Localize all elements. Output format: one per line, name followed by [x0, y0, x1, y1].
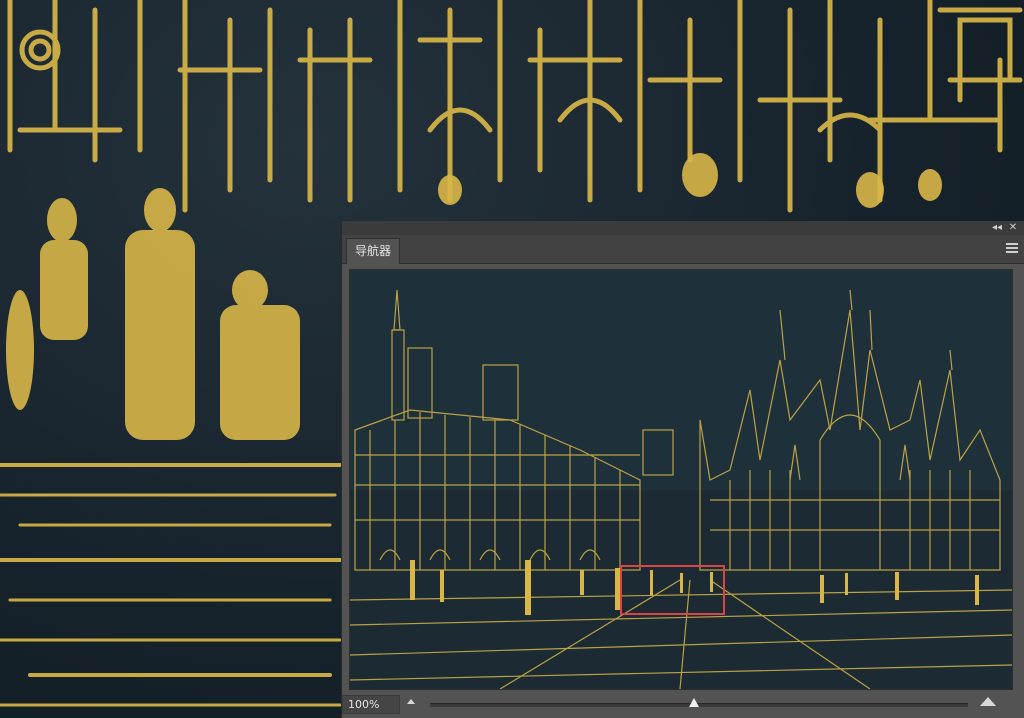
zoom-field[interactable]: 100%: [342, 695, 400, 714]
panel-tabbar: 导航器: [342, 235, 1024, 264]
navigator-bottombar: 100%: [342, 691, 1024, 718]
tab-navigator[interactable]: 导航器: [346, 238, 401, 264]
panel-header-strip[interactable]: ◂◂ ✕: [342, 221, 1024, 235]
navigator-preview[interactable]: [349, 269, 1013, 690]
zoom-slider[interactable]: [430, 698, 968, 707]
close-icon[interactable]: ✕: [1006, 221, 1020, 235]
double-chevron-left-icon[interactable]: ◂◂: [990, 221, 1004, 235]
artwork-thumbnail: [350, 270, 1012, 689]
navigator-panel: ◂◂ ✕ 导航器 100%: [341, 221, 1024, 718]
hamburger-menu-icon[interactable]: [1006, 243, 1018, 253]
small-mountain-icon[interactable]: [407, 699, 415, 704]
large-mountain-icon[interactable]: [980, 697, 996, 706]
view-area-rectangle[interactable]: [620, 565, 725, 615]
zoom-slider-thumb[interactable]: [688, 698, 699, 707]
